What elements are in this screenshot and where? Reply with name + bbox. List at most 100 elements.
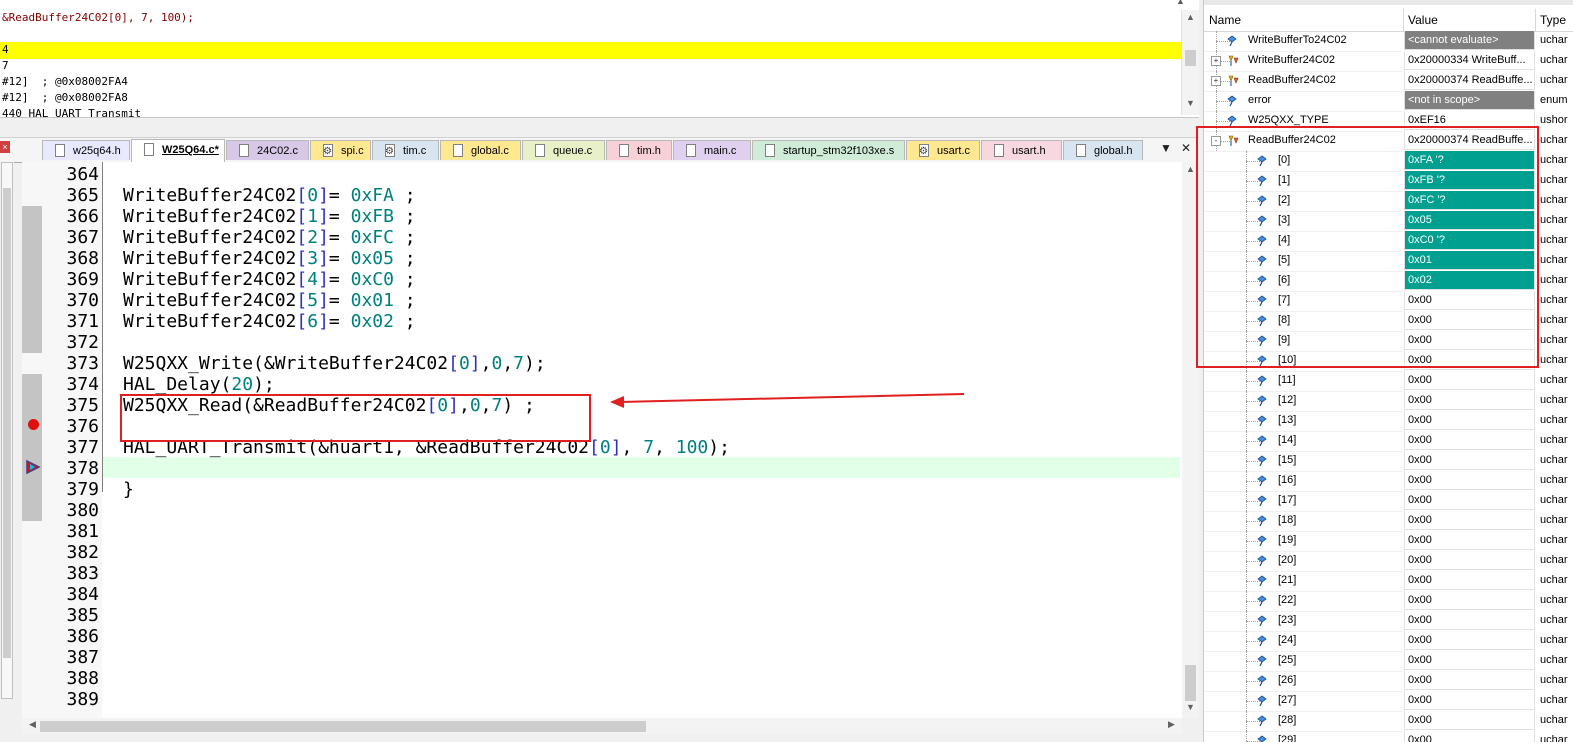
watch-value-cell[interactable]: 0x00: [1404, 351, 1535, 370]
watch-value-cell[interactable]: 0x00: [1404, 711, 1535, 730]
watch-value-cell[interactable]: 0x00: [1404, 591, 1535, 610]
watch-row[interactable]: [29] 0x00 uchar: [1204, 731, 1573, 742]
watch-value-cell[interactable]: 0xFB '?: [1404, 171, 1535, 190]
watch-row[interactable]: [8] 0x00 uchar: [1204, 311, 1573, 332]
watch-header-value[interactable]: Value: [1408, 13, 1438, 27]
watch-row[interactable]: [13] 0x00 uchar: [1204, 411, 1573, 432]
disassembly-line[interactable]: 440 HAL UART Transmit: [2, 106, 141, 117]
watch-header-name[interactable]: Name: [1209, 13, 1241, 27]
code-line[interactable]: WriteBuffer24C02[3]= 0x05 ;: [123, 248, 416, 269]
left-scrollbar[interactable]: [1, 162, 13, 699]
watch-value-cell[interactable]: 0x00: [1404, 631, 1535, 650]
code-editor[interactable]: 364 365 366 367 368 369 370 371 372 373 374 375 376 3…: [22, 162, 1199, 718]
tab-main-c[interactable]: main.c: [673, 140, 751, 160]
watch-row[interactable]: WriteBufferTo24C02 <cannot evaluate> uchar: [1204, 31, 1573, 52]
watch-row[interactable]: [17] 0x00 uchar: [1204, 491, 1573, 512]
watch-row[interactable]: [20] 0x00 uchar: [1204, 551, 1573, 572]
disassembly-line[interactable]: #12] ; @0x08002FA8: [2, 90, 128, 106]
watch-value-cell[interactable]: 0x00: [1404, 431, 1535, 450]
close-icon[interactable]: ×: [0, 141, 10, 153]
watch-row[interactable]: + WriteBuffer24C02 0x20000334 WriteBuff...…: [1204, 51, 1573, 72]
watch-row[interactable]: [19] 0x00 uchar: [1204, 531, 1573, 552]
disassembly-line[interactable]: 7: [2, 58, 9, 74]
tab-list-dropdown-icon[interactable]: ▼: [1160, 141, 1172, 155]
code-line[interactable]: WriteBuffer24C02[1]= 0xFB ;: [123, 206, 416, 227]
disassembly-pane[interactable]: &ReadBuffer24C02[0], 7, 100); 4 7 #12] ; @0…: [0, 0, 1199, 118]
watch-value-cell[interactable]: 0xFA '?: [1404, 151, 1535, 170]
watch-header-type[interactable]: Type: [1540, 13, 1566, 27]
tab-w25q64-h[interactable]: w25q64.h: [42, 140, 130, 160]
watch-row[interactable]: [24] 0x00 uchar: [1204, 631, 1573, 652]
watch-value-cell[interactable]: 0x05: [1404, 211, 1535, 230]
scroll-left-icon[interactable]: ◀: [24, 719, 41, 730]
tab-24c02-c[interactable]: 24C02.c: [226, 140, 309, 160]
watch-value-cell[interactable]: <not in scope>: [1404, 91, 1535, 110]
code-line[interactable]: HAL_Delay(20);: [123, 374, 275, 395]
watch-value-cell[interactable]: 0x00: [1404, 311, 1535, 330]
code-line[interactable]: WriteBuffer24C02[4]= 0xC0 ;: [123, 269, 416, 290]
watch-value-cell[interactable]: 0x00: [1404, 651, 1535, 670]
watch-value-cell[interactable]: 0x00: [1404, 291, 1535, 310]
watch-row[interactable]: [23] 0x00 uchar: [1204, 611, 1573, 632]
watch-row[interactable]: [2] 0xFC '? uchar: [1204, 191, 1573, 212]
watch-row[interactable]: W25QXX_TYPE 0xEF16 ushor: [1204, 111, 1573, 132]
scroll-down-icon[interactable]: ▼: [1182, 98, 1199, 108]
tab-startup-stm32f103xe-s[interactable]: startup_stm32f103xe.s: [752, 140, 905, 160]
scroll-up-icon[interactable]: ▲: [1182, 12, 1199, 22]
watch-value-cell[interactable]: 0x00: [1404, 371, 1535, 390]
watch-row[interactable]: [7] 0x00 uchar: [1204, 291, 1573, 312]
code-line[interactable]: HAL_UART_Transmit(&huart1, &ReadBuffer24…: [123, 437, 730, 458]
editor-vertical-scrollbar[interactable]: ▲ ▼: [1182, 162, 1199, 718]
tab-spi-c[interactable]: spi.c: [310, 140, 371, 160]
watch-row[interactable]: [27] 0x00 uchar: [1204, 691, 1573, 712]
tab-queue-c[interactable]: queue.c: [522, 140, 605, 160]
left-scroll-thumb[interactable]: [3, 188, 11, 658]
watch-value-cell[interactable]: 0x01: [1404, 251, 1535, 270]
code-line[interactable]: }: [123, 479, 134, 500]
watch-value-cell[interactable]: 0x00: [1404, 731, 1535, 742]
watch-value-cell[interactable]: 0x02: [1404, 271, 1535, 290]
disassembly-scrollbar[interactable]: ▲ ▼: [1181, 10, 1199, 115]
watch-value-cell[interactable]: 0x00: [1404, 451, 1535, 470]
watch-row[interactable]: [18] 0x00 uchar: [1204, 511, 1573, 532]
tab-tim-c[interactable]: tim.c: [372, 140, 439, 160]
code-line[interactable]: W25QXX_Read(&ReadBuffer24C02[0],0,7) ;: [123, 395, 535, 416]
watch-value-cell[interactable]: 0x00: [1404, 511, 1535, 530]
watch-value-cell[interactable]: 0x00: [1404, 691, 1535, 710]
expand-icon[interactable]: +: [1211, 56, 1221, 66]
scroll-up-icon[interactable]: ▲: [1182, 164, 1199, 174]
editor-horizontal-scrollbar[interactable]: ◀ ▶: [22, 718, 1182, 734]
tab-tim-h[interactable]: tim.h: [606, 140, 672, 160]
watch-value-cell[interactable]: 0x00: [1404, 551, 1535, 570]
watch-row[interactable]: [26] 0x00 uchar: [1204, 671, 1573, 692]
expand-icon[interactable]: +: [1211, 76, 1221, 86]
disassembly-line[interactable]: &ReadBuffer24C02[0], 7, 100);: [2, 10, 194, 26]
watch-row[interactable]: [16] 0x00 uchar: [1204, 471, 1573, 492]
watch-value-cell[interactable]: 0x00: [1404, 411, 1535, 430]
scroll-right-icon[interactable]: ▶: [1163, 719, 1180, 730]
watch-value-cell[interactable]: 0x20000334 WriteBuff...: [1404, 51, 1535, 70]
code-line[interactable]: WriteBuffer24C02[6]= 0x02 ;: [123, 311, 416, 332]
watch-value-cell[interactable]: 0xFC '?: [1404, 191, 1535, 210]
tab-w25q64-c[interactable]: W25Q64.c*: [131, 139, 225, 162]
watch-value-cell[interactable]: 0x00: [1404, 531, 1535, 550]
watch-row[interactable]: [9] 0x00 uchar: [1204, 331, 1573, 352]
watch-row[interactable]: - ReadBuffer24C02 0x20000374 ReadBuffe... u…: [1204, 131, 1573, 152]
watch-row[interactable]: [22] 0x00 uchar: [1204, 591, 1573, 612]
watch-value-cell[interactable]: 0xC0 '?: [1404, 231, 1535, 250]
watch-row[interactable]: [28] 0x00 uchar: [1204, 711, 1573, 732]
watch-row[interactable]: [15] 0x00 uchar: [1204, 451, 1573, 472]
watch-value-cell[interactable]: 0x20000374 ReadBuffe...: [1404, 71, 1535, 90]
watch-value-cell[interactable]: 0x00: [1404, 611, 1535, 630]
watch-row[interactable]: error <not in scope> enum: [1204, 91, 1573, 112]
watch-value-cell[interactable]: 0x20000374 ReadBuffe...: [1404, 131, 1535, 150]
tab-global-h[interactable]: global.h: [1063, 140, 1143, 160]
collapse-icon[interactable]: -: [1211, 136, 1221, 146]
editor-gutter[interactable]: 364 365 366 367 368 369 370 371 372 373 374 375 376 3…: [22, 162, 102, 718]
breakpoint-icon[interactable]: [28, 419, 39, 430]
code-line[interactable]: WriteBuffer24C02[5]= 0x01 ;: [123, 290, 416, 311]
watch-row[interactable]: [12] 0x00 uchar: [1204, 391, 1573, 412]
watch-value-cell[interactable]: 0x00: [1404, 671, 1535, 690]
editor-vscroll-thumb[interactable]: [1185, 665, 1196, 701]
watch-row[interactable]: [14] 0x00 uchar: [1204, 431, 1573, 452]
